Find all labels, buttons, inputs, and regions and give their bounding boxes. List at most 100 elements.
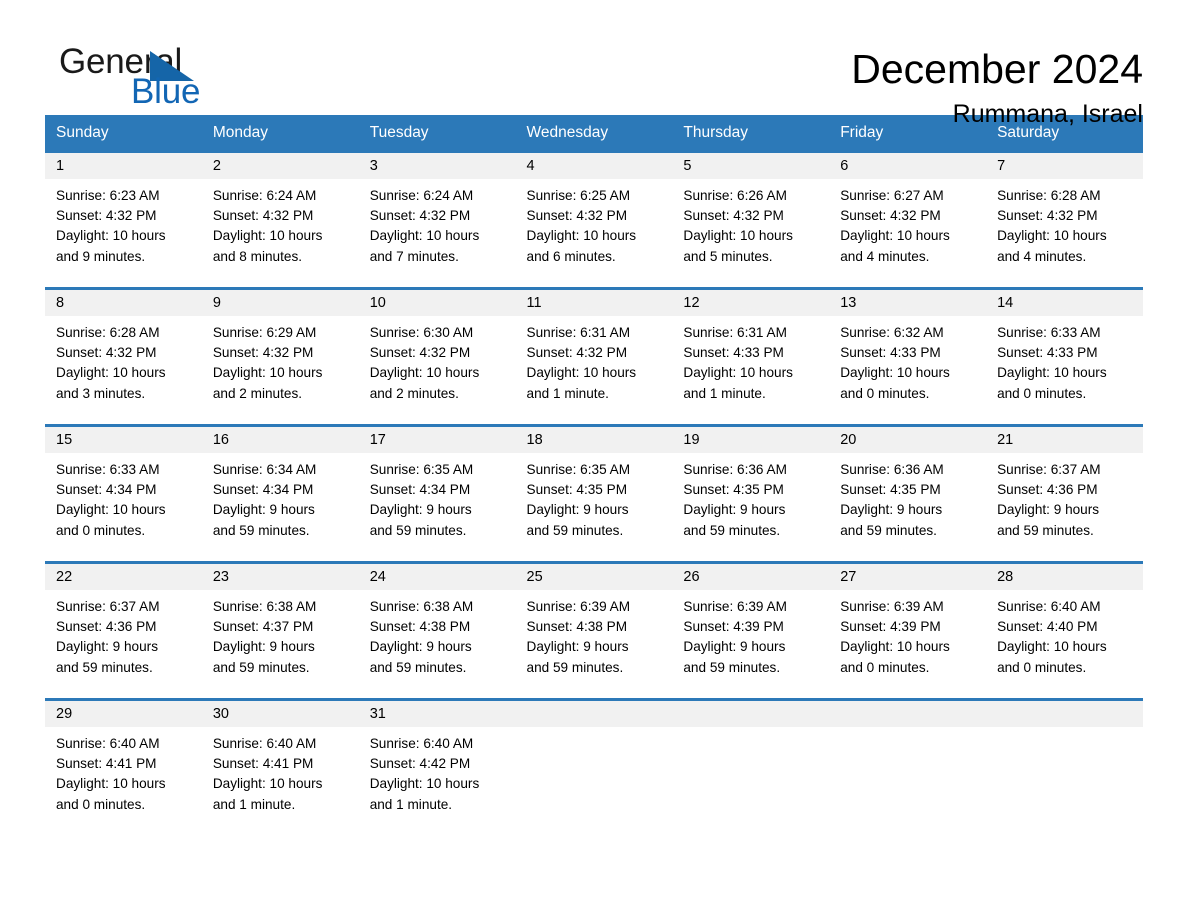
calendar-day-cell[interactable]: 5 Sunrise: 6:26 AM Sunset: 4:32 PM Daylight… (672, 150, 830, 270)
calendar-day-cell[interactable]: 24 Sunrise: 6:38 AM Sunset: 4:38 PM Dayligh… (358, 561, 516, 681)
day-number: 16 (201, 427, 359, 453)
day-number: 2 (201, 153, 359, 179)
calendar-day-cell[interactable]: 18 Sunrise: 6:35 AM Sunset: 4:35 PM Dayligh… (515, 424, 673, 544)
daylight-text-line2: and 59 minutes. (526, 522, 624, 538)
calendar-day-cell[interactable]: 6 Sunrise: 6:27 AM Sunset: 4:32 PM Daylight… (829, 150, 987, 270)
calendar-day-cell[interactable]: 2 Sunrise: 6:24 AM Sunset: 4:32 PM Daylight… (201, 150, 359, 270)
day-cell-inner: 21 Sunrise: 6:37 AM Sunset: 4:36 PM Dayligh… (986, 427, 1143, 544)
day-details: Sunrise: 6:29 AM Sunset: 4:32 PM Daylight:… (202, 316, 359, 404)
calendar-day-cell[interactable]: 30 Sunrise: 6:40 AM Sunset: 4:41 PM Dayligh… (201, 698, 359, 818)
day-cell-inner: 8 Sunrise: 6:28 AM Sunset: 4:32 PM Daylight… (45, 290, 202, 407)
calendar-week-row: 8 Sunrise: 6:28 AM Sunset: 4:32 PM Daylight… (45, 287, 1143, 407)
daylight-text-line2: and 59 minutes. (683, 522, 781, 538)
day-number: 12 (672, 290, 830, 316)
calendar-day-cell[interactable]: 8 Sunrise: 6:28 AM Sunset: 4:32 PM Daylight… (45, 287, 202, 407)
calendar-day-cell[interactable]: 12 Sunrise: 6:31 AM Sunset: 4:33 PM Dayligh… (672, 287, 830, 407)
sunset-text: Sunset: 4:39 PM (840, 619, 941, 635)
calendar-day-cell[interactable]: 27 Sunrise: 6:39 AM Sunset: 4:39 PM Dayligh… (829, 561, 987, 681)
calendar-day-cell[interactable]: 19 Sunrise: 6:36 AM Sunset: 4:35 PM Dayligh… (672, 424, 830, 544)
day-number: 15 (45, 427, 202, 453)
calendar-day-cell[interactable]: 25 Sunrise: 6:39 AM Sunset: 4:38 PM Dayligh… (515, 561, 673, 681)
calendar-day-cell[interactable]: 4 Sunrise: 6:25 AM Sunset: 4:32 PM Daylight… (515, 150, 673, 270)
sunset-text: Sunset: 4:36 PM (56, 619, 157, 635)
calendar-day-cell[interactable]: 31 Sunrise: 6:40 AM Sunset: 4:42 PM Dayligh… (358, 698, 516, 818)
daylight-text-line1: Daylight: 9 hours (526, 502, 629, 518)
calendar-day-cell-empty (515, 698, 673, 818)
day-details: Sunrise: 6:24 AM Sunset: 4:32 PM Daylight:… (202, 179, 359, 267)
daylight-text-line1: Daylight: 10 hours (526, 365, 637, 381)
calendar-day-cell[interactable]: 16 Sunrise: 6:34 AM Sunset: 4:34 PM Dayligh… (201, 424, 359, 544)
day-cell-inner: 6 Sunrise: 6:27 AM Sunset: 4:32 PM Daylight… (829, 153, 987, 270)
day-cell-inner: 24 Sunrise: 6:38 AM Sunset: 4:38 PM Dayligh… (358, 564, 516, 681)
day-number: 30 (201, 701, 359, 727)
day-details: Sunrise: 6:25 AM Sunset: 4:32 PM Daylight:… (516, 179, 673, 267)
calendar-day-cell[interactable]: 23 Sunrise: 6:38 AM Sunset: 4:37 PM Dayligh… (201, 561, 359, 681)
daylight-text-line2: and 59 minutes. (997, 522, 1094, 538)
calendar-day-cell[interactable]: 10 Sunrise: 6:30 AM Sunset: 4:32 PM Dayligh… (358, 287, 516, 407)
daylight-text-line1: Daylight: 10 hours (369, 365, 480, 381)
calendar-day-cell[interactable]: 15 Sunrise: 6:33 AM Sunset: 4:34 PM Dayligh… (45, 424, 202, 544)
day-details: Sunrise: 6:37 AM Sunset: 4:36 PM Daylight:… (986, 453, 1143, 541)
week-spacer-cell (45, 544, 1143, 563)
day-details: Sunrise: 6:35 AM Sunset: 4:34 PM Daylight:… (359, 453, 516, 541)
calendar-day-cell[interactable]: 28 Sunrise: 6:40 AM Sunset: 4:40 PM Dayligh… (986, 561, 1143, 681)
day-cell-inner (672, 701, 830, 818)
calendar-day-cell[interactable]: 13 Sunrise: 6:32 AM Sunset: 4:33 PM Dayligh… (829, 287, 987, 407)
day-number: 31 (358, 701, 516, 727)
calendar-day-cell[interactable]: 1 Sunrise: 6:23 AM Sunset: 4:32 PM Daylight… (45, 150, 202, 270)
day-details: Sunrise: 6:38 AM Sunset: 4:37 PM Daylight:… (202, 590, 359, 678)
day-details: Sunrise: 6:36 AM Sunset: 4:35 PM Daylight:… (829, 453, 986, 541)
day-cell-inner: 16 Sunrise: 6:34 AM Sunset: 4:34 PM Dayligh… (201, 427, 359, 544)
day-number: 18 (515, 427, 673, 453)
day-details: Sunrise: 6:31 AM Sunset: 4:32 PM Daylight:… (516, 316, 673, 404)
sunrise-text: Sunrise: 6:31 AM (526, 325, 631, 340)
calendar-day-cell[interactable]: 14 Sunrise: 6:33 AM Sunset: 4:33 PM Dayligh… (986, 287, 1143, 407)
day-number: 19 (672, 427, 830, 453)
day-number: 10 (358, 290, 516, 316)
day-details: Sunrise: 6:40 AM Sunset: 4:40 PM Daylight:… (986, 590, 1143, 678)
calendar-day-cell[interactable]: 20 Sunrise: 6:36 AM Sunset: 4:35 PM Dayligh… (829, 424, 987, 544)
sunset-text: Sunset: 4:32 PM (683, 208, 784, 224)
calendar-day-cell[interactable]: 21 Sunrise: 6:37 AM Sunset: 4:36 PM Dayligh… (986, 424, 1143, 544)
day-cell-inner: 26 Sunrise: 6:39 AM Sunset: 4:39 PM Dayligh… (672, 564, 830, 681)
sunset-text: Sunset: 4:36 PM (997, 482, 1098, 498)
day-number: 27 (829, 564, 987, 590)
sunrise-text: Sunrise: 6:37 AM (56, 599, 160, 614)
calendar-day-cell[interactable]: 7 Sunrise: 6:28 AM Sunset: 4:32 PM Daylight… (986, 150, 1143, 270)
calendar-week-row: 15 Sunrise: 6:33 AM Sunset: 4:34 PM Dayligh… (45, 424, 1143, 544)
week-spacer-cell (45, 407, 1143, 426)
daylight-text-line2: and 6 minutes. (526, 248, 616, 264)
calendar-day-cell[interactable]: 9 Sunrise: 6:29 AM Sunset: 4:32 PM Daylight… (201, 287, 359, 407)
day-cell-inner: 4 Sunrise: 6:25 AM Sunset: 4:32 PM Daylight… (515, 153, 673, 270)
calendar-day-cell[interactable]: 26 Sunrise: 6:39 AM Sunset: 4:39 PM Dayligh… (672, 561, 830, 681)
day-cell-inner: 31 Sunrise: 6:40 AM Sunset: 4:42 PM Dayligh… (358, 701, 516, 818)
calendar-day-cell[interactable]: 11 Sunrise: 6:31 AM Sunset: 4:32 PM Dayligh… (515, 287, 673, 407)
calendar-day-cell[interactable]: 17 Sunrise: 6:35 AM Sunset: 4:34 PM Dayligh… (358, 424, 516, 544)
daylight-text-line2: and 3 minutes. (56, 385, 146, 401)
daylight-text-line1: Daylight: 9 hours (212, 502, 315, 518)
sunrise-text: Sunrise: 6:30 AM (369, 325, 474, 340)
day-number: 5 (672, 153, 830, 179)
day-number: 29 (45, 701, 202, 727)
day-details: Sunrise: 6:35 AM Sunset: 4:35 PM Daylight:… (516, 453, 673, 541)
daylight-text-line1: Daylight: 10 hours (369, 776, 480, 792)
daylight-text-line1: Daylight: 10 hours (683, 228, 793, 244)
sunrise-text: Sunrise: 6:34 AM (212, 462, 317, 477)
sunrise-text: Sunrise: 6:38 AM (212, 599, 317, 614)
calendar-week-row: 1 Sunrise: 6:23 AM Sunset: 4:32 PM Daylight… (45, 150, 1143, 270)
sunset-text: Sunset: 4:32 PM (56, 208, 157, 224)
calendar-day-cell[interactable]: 3 Sunrise: 6:24 AM Sunset: 4:32 PM Daylight… (358, 150, 516, 270)
day-details: Sunrise: 6:26 AM Sunset: 4:32 PM Daylight:… (672, 179, 829, 267)
day-number: 7 (986, 153, 1143, 179)
day-cell-inner (829, 701, 987, 818)
daylight-text-line1: Daylight: 10 hours (526, 228, 637, 244)
day-cell-inner: 10 Sunrise: 6:30 AM Sunset: 4:32 PM Dayligh… (358, 290, 516, 407)
daylight-text-line1: Daylight: 10 hours (683, 365, 793, 381)
day-cell-inner: 2 Sunrise: 6:24 AM Sunset: 4:32 PM Daylight… (201, 153, 359, 270)
sunset-text: Sunset: 4:41 PM (212, 756, 314, 772)
sunset-text: Sunset: 4:33 PM (683, 345, 784, 361)
calendar-day-cell[interactable]: 22 Sunrise: 6:37 AM Sunset: 4:36 PM Dayligh… (45, 561, 202, 681)
calendar-day-cell[interactable]: 29 Sunrise: 6:40 AM Sunset: 4:41 PM Dayligh… (45, 698, 202, 818)
day-cell-inner: 22 Sunrise: 6:37 AM Sunset: 4:36 PM Dayligh… (45, 564, 202, 681)
sunrise-text: Sunrise: 6:32 AM (840, 325, 944, 340)
